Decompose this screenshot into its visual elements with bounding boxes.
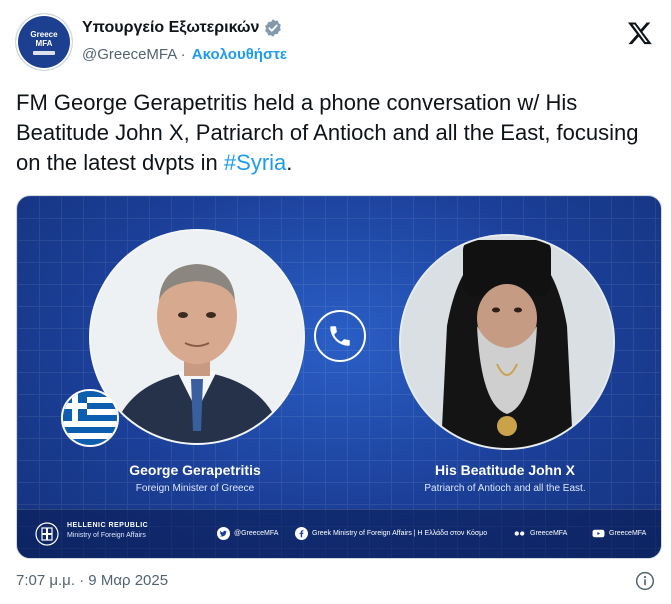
footer-youtube: GreeceMFA: [592, 527, 646, 540]
greek-flag-icon: [63, 391, 117, 445]
left-person-name: George Gerapetritis: [129, 462, 261, 478]
x-logo-icon[interactable]: [627, 20, 653, 46]
left-portrait-illustration: [91, 231, 303, 443]
tweet-media-image[interactable]: George Gerapetritis Foreign Minister of …: [16, 195, 662, 559]
footer-flickr: GreeceMFA: [513, 527, 567, 540]
tweet-end: .: [286, 150, 293, 175]
footer-flickr-label: GreeceMFA: [530, 530, 568, 537]
phone-icon: [330, 326, 350, 346]
tweet-text: FM George Gerapetritis held a phone conv…: [16, 88, 656, 178]
right-portrait-illustration: [401, 236, 613, 448]
avatar-text: Greece MFA: [30, 29, 58, 48]
verified-badge-icon: [265, 19, 282, 37]
footer-facebook-label: Greek Ministry of Foreign Affairs | Η Ελ…: [312, 530, 488, 537]
handle-row: @GreeceMFA · Ακολουθήστε: [82, 46, 287, 63]
follow-button[interactable]: Ακολουθήστε: [192, 46, 287, 63]
footer-youtube-label: GreeceMFA: [609, 530, 647, 537]
right-person-role: Patriarch of Antioch and all the East.: [424, 483, 586, 494]
avatar-seal: [33, 50, 55, 55]
footer-twitter: @GreeceMFA: [217, 527, 278, 540]
account-avatar[interactable]: Greece MFA: [16, 14, 72, 70]
tweet-timestamp[interactable]: 7:07 μ.μ. · 9 Μαρ 2025: [16, 572, 168, 589]
right-portrait: [399, 234, 615, 450]
footer-title: HELLENIC REPUBLIC: [67, 522, 149, 529]
info-icon[interactable]: [635, 571, 655, 591]
separator-dot: ·: [180, 46, 186, 63]
right-person-name: His Beatitude John X: [434, 462, 576, 478]
tweet-header: Greece MFA Υπουργείο Εξωτερικών @GreeceM…: [16, 10, 655, 72]
media-footer: HELLENIC REPUBLIC Ministry of Foreign Af…: [17, 509, 661, 558]
youtube-icon: [592, 529, 605, 538]
footer-twitter-label: @GreeceMFA: [234, 530, 279, 537]
hashtag-link[interactable]: #Syria: [224, 150, 286, 175]
facebook-icon: [295, 527, 308, 540]
phone-call-icon: [314, 310, 366, 362]
display-name[interactable]: Υπουργείο Εξωτερικών: [82, 19, 259, 37]
twitter-icon: [217, 527, 230, 540]
greek-flag-badge: [61, 389, 119, 447]
hellenic-republic-emblem-icon: [35, 522, 59, 546]
name-row: Υπουργείο Εξωτερικών: [82, 18, 283, 38]
footer-facebook: Greek Ministry of Foreign Affairs | Η Ελ…: [295, 527, 487, 540]
footer-subtitle: Ministry of Foreign Affairs: [67, 532, 146, 539]
account-handle[interactable]: @GreeceMFA: [82, 46, 176, 63]
left-person-role: Foreign Minister of Greece: [135, 483, 255, 494]
left-portrait: [89, 229, 305, 445]
flickr-icon: [514, 531, 525, 536]
tweet-body: FM George Gerapetritis held a phone conv…: [16, 90, 639, 175]
